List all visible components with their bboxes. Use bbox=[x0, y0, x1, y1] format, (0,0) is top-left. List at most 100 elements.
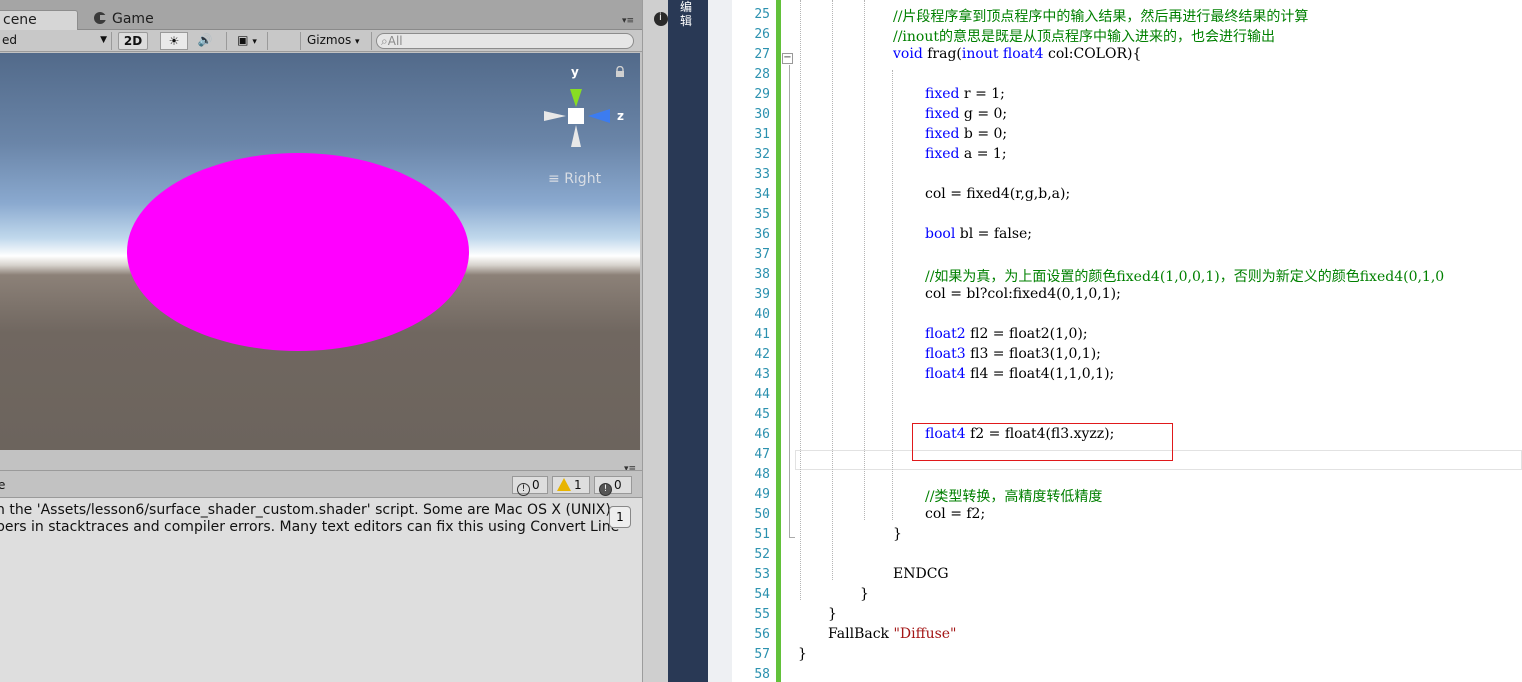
keyword-token: fixed bbox=[925, 126, 960, 142]
console-error-filter-button[interactable]: ! 0 bbox=[594, 476, 632, 496]
gizmo-y-axis-cone[interactable] bbox=[570, 89, 582, 107]
console-warning-filter-button[interactable]: 1 bbox=[552, 476, 590, 494]
code-token: ENDCG bbox=[893, 566, 949, 582]
code-line[interactable]: } bbox=[828, 606, 837, 622]
console-info-filter-button[interactable]: ! 0 bbox=[512, 476, 548, 496]
line-number: 51 bbox=[754, 527, 770, 542]
code-line[interactable]: //类型转换，高精度转低精度 bbox=[925, 486, 1102, 506]
gizmo-z-axis-cone[interactable] bbox=[588, 109, 610, 123]
code-line[interactable]: fixed b = 0; bbox=[925, 126, 1007, 142]
scene-viewport[interactable]: y z ≡ Right bbox=[0, 53, 640, 450]
gizmos-label: Gizmos bbox=[307, 33, 352, 47]
code-line[interactable]: fixed g = 0; bbox=[925, 106, 1007, 122]
keyword-token: float4 bbox=[1002, 46, 1044, 62]
window-separator bbox=[642, 0, 668, 682]
tab-menu-icon[interactable]: ▾≡ bbox=[622, 16, 634, 26]
line-number: 53 bbox=[754, 567, 770, 582]
line-number: 25 bbox=[754, 7, 770, 22]
code-token: a = 1; bbox=[959, 146, 1007, 162]
line-number: 31 bbox=[754, 127, 770, 142]
line-number: 43 bbox=[754, 367, 770, 382]
gizmo-z-label: z bbox=[617, 109, 624, 123]
console-toolbar: e ! 0 1 ! 0 bbox=[0, 470, 642, 498]
line-number: 58 bbox=[754, 667, 770, 682]
speaker-icon: 🔊 bbox=[197, 33, 213, 47]
keyword-token: fixed bbox=[925, 106, 960, 122]
editor-margin bbox=[708, 0, 732, 682]
indent-guide bbox=[864, 0, 865, 520]
hierarchy-search-input[interactable]: ⌕All bbox=[376, 33, 634, 49]
code-line[interactable]: col = fixed4(r,g,b,a); bbox=[925, 186, 1070, 202]
code-line[interactable]: } bbox=[798, 646, 807, 662]
line-number: 37 bbox=[754, 247, 770, 262]
code-line[interactable]: float2 fl2 = float2(1,0); bbox=[925, 326, 1088, 342]
code-token: bl = false; bbox=[955, 226, 1033, 242]
code-line[interactable]: } bbox=[893, 526, 902, 542]
code-line[interactable]: float3 fl3 = float3(1,0,1); bbox=[925, 346, 1101, 362]
code-line[interactable]: FallBack "Diffuse" bbox=[828, 626, 957, 642]
code-line[interactable]: //如果为真，为上面设置的颜色fixed4(1,0,0,1)，否则为新定义的颜色… bbox=[925, 266, 1444, 286]
collapse-icon[interactable]: − bbox=[782, 53, 793, 64]
gizmo-neg-y-axis-cone[interactable] bbox=[571, 125, 581, 147]
code-line[interactable]: //片段程序拿到顶点程序中的输入结果，然后再进行最终结果的计算 bbox=[893, 6, 1308, 26]
line-number: 32 bbox=[754, 147, 770, 162]
view-orientation-text: Right bbox=[564, 171, 602, 187]
game-icon bbox=[94, 12, 107, 24]
gizmos-dropdown[interactable]: Gizmos ▾ bbox=[300, 32, 372, 50]
code-token: } bbox=[798, 646, 807, 662]
shading-mode-dropdown[interactable]: ed ▼ bbox=[0, 32, 112, 50]
line-number: 30 bbox=[754, 107, 770, 122]
line-number: 54 bbox=[754, 587, 770, 602]
line-number: 26 bbox=[754, 27, 770, 42]
vs-side-strip-label[interactable]: 编辑 bbox=[680, 0, 694, 28]
string-token: "Diffuse" bbox=[893, 626, 957, 642]
view-orientation-label[interactable]: ≡ Right bbox=[548, 171, 601, 187]
audio-toggle-button[interactable]: 🔊 bbox=[190, 32, 220, 50]
code-line[interactable]: col = f2; bbox=[925, 506, 985, 522]
info-icon[interactable] bbox=[654, 12, 668, 26]
code-line[interactable]: bool bl = false; bbox=[925, 226, 1032, 242]
search-placeholder: All bbox=[387, 34, 403, 48]
line-number: 34 bbox=[754, 187, 770, 202]
code-editor[interactable]: 24 25 26 27 28 29 30 31 32 33 34 35 36 37 38 39 40 41 42 43… bbox=[732, 0, 1522, 682]
code-token: fl4 = float4(1,1,0,1); bbox=[965, 366, 1115, 382]
code-line[interactable]: fixed r = 1; bbox=[925, 86, 1005, 102]
console-message-line[interactable]: n the 'Assets/lesson6/surface_shader_cus… bbox=[0, 502, 611, 518]
tab-scene-label: cene bbox=[3, 12, 37, 28]
tab-scene[interactable]: cene bbox=[0, 10, 78, 30]
code-line[interactable]: col = bl?col:fixed4(0,1,0,1); bbox=[925, 286, 1121, 302]
line-number: 28 bbox=[754, 67, 770, 82]
fold-region-line bbox=[789, 65, 790, 537]
tab-game[interactable]: Game bbox=[88, 10, 178, 30]
indent-guide bbox=[892, 70, 893, 520]
code-line[interactable]: } bbox=[860, 586, 869, 602]
code-token: g = 0; bbox=[959, 106, 1008, 122]
code-token: r = 1; bbox=[959, 86, 1005, 102]
gizmo-center-cube[interactable] bbox=[568, 108, 584, 124]
effects-toggle-button[interactable]: ▣ ▾ bbox=[226, 32, 268, 50]
console-tab-fragment[interactable]: e bbox=[0, 478, 5, 492]
comment-token: //inout的意思是既是从顶点程序中输入进来的，也会进行输出 bbox=[893, 29, 1275, 45]
code-line[interactable]: ENDCG bbox=[893, 566, 949, 582]
line-number: 36 bbox=[754, 227, 770, 242]
lighting-toggle-button[interactable]: ☀ bbox=[160, 32, 188, 50]
error-count: 0 bbox=[614, 478, 622, 492]
info-icon: ! bbox=[517, 483, 530, 496]
line-number: 27 bbox=[754, 47, 770, 62]
code-token: fl3 = float3(1,0,1); bbox=[965, 346, 1101, 362]
gizmo-x-axis-cone[interactable] bbox=[544, 111, 566, 121]
lock-icon[interactable] bbox=[615, 66, 625, 78]
keyword-token: float4 bbox=[925, 366, 966, 382]
console-log-area[interactable]: n the 'Assets/lesson6/surface_shader_cus… bbox=[0, 498, 642, 682]
code-line[interactable]: float4 fl4 = float4(1,1,0,1); bbox=[925, 366, 1114, 382]
magenta-sphere-object[interactable] bbox=[127, 153, 469, 351]
line-number: 38 bbox=[754, 267, 770, 282]
code-line[interactable]: void frag(inout float4 col:COLOR){ bbox=[893, 46, 1141, 62]
toggle-2d-button[interactable]: 2D bbox=[118, 32, 148, 50]
code-token: fl2 = float2(1,0); bbox=[965, 326, 1088, 342]
code-line[interactable]: //inout的意思是既是从顶点程序中输入进来的，也会进行输出 bbox=[893, 26, 1275, 46]
code-token: col:COLOR){ bbox=[1043, 46, 1142, 62]
code-line[interactable]: fixed a = 1; bbox=[925, 146, 1007, 162]
console-message-line[interactable]: bers in stacktraces and compiler errors.… bbox=[0, 519, 619, 535]
line-number: 33 bbox=[754, 167, 770, 182]
